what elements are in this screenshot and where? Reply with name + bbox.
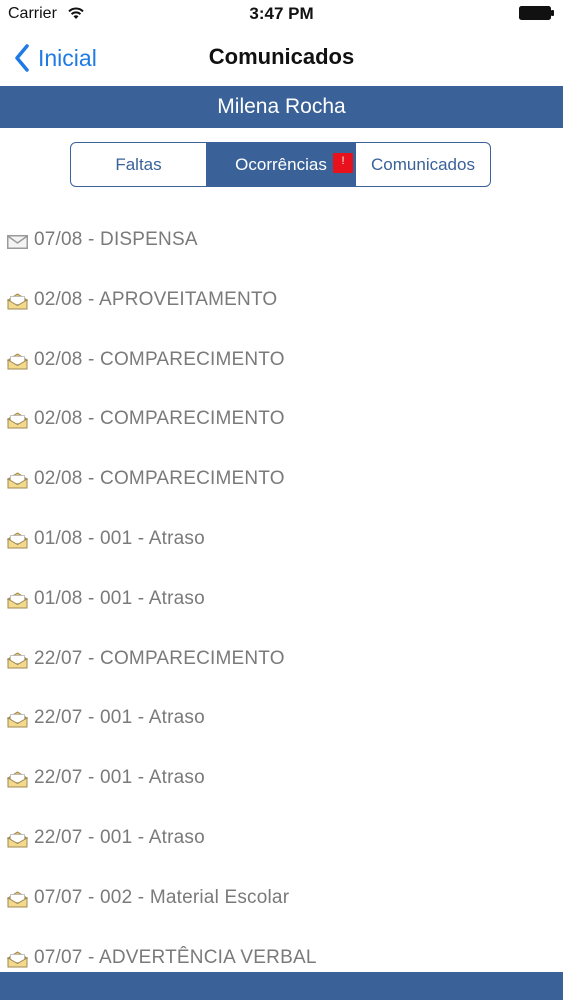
list-item[interactable]: 22/07 - 001 - Atraso [0, 809, 563, 869]
tab-ocorrencias[interactable]: Ocorrências ! [206, 142, 356, 187]
list-item[interactable]: 22/07 - 001 - Atraso [0, 689, 563, 749]
list-item[interactable]: 01/08 - 001 - Atraso [0, 570, 563, 630]
envelope-open-icon [7, 651, 28, 669]
tab-faltas[interactable]: Faltas [70, 142, 207, 187]
tab-label: Faltas [115, 154, 162, 174]
segmented-control: Faltas Ocorrências ! Comunicados [70, 142, 491, 189]
item-text: 02/08 - APROVEITAMENTO [34, 288, 278, 310]
list-item[interactable]: 07/07 - 002 - Material Escolar [0, 869, 563, 929]
student-name: Milena Rocha [0, 86, 563, 128]
alert-badge: ! [333, 153, 353, 173]
navigation-bar: Inicial Comunicados [0, 30, 563, 86]
item-text: 22/07 - 001 - Atraso [34, 767, 205, 789]
item-text: 02/08 - COMPARECIMENTO [34, 408, 285, 430]
message-list: 07/08 - DISPENSA 02/08 - APROVEITAMENTO … [0, 211, 563, 988]
list-item[interactable]: 07/08 - DISPENSA [0, 211, 563, 271]
item-text: 07/07 - ADVERTÊNCIA VERBAL [34, 946, 317, 968]
item-text: 07/07 - 002 - Material Escolar [34, 886, 290, 908]
item-text: 02/08 - COMPARECIMENTO [34, 468, 285, 490]
list-item[interactable]: 22/07 - COMPARECIMENTO [0, 630, 563, 690]
item-text: 22/07 - 001 - Atraso [34, 707, 205, 729]
list-item[interactable]: 02/08 - COMPARECIMENTO [0, 331, 563, 391]
envelope-open-icon [7, 353, 28, 370]
tab-comunicados[interactable]: Comunicados [355, 142, 491, 187]
item-text: 02/08 - COMPARECIMENTO [34, 348, 285, 370]
tab-label: Ocorrências [235, 154, 327, 174]
envelope-open-icon [7, 412, 28, 429]
envelope-open-icon [7, 831, 28, 848]
list-item[interactable]: 01/08 - 001 - Atraso [0, 510, 563, 570]
bottom-bar [0, 972, 563, 1000]
status-bar: Carrier 3:47 PM [0, 0, 563, 30]
item-text: 22/07 - COMPARECIMENTO [34, 647, 285, 669]
envelope-open-icon [7, 293, 28, 310]
envelope-open-icon [7, 771, 28, 788]
page-title: Comunicados [208, 44, 355, 69]
list-item[interactable]: 22/07 - 001 - Atraso [0, 749, 563, 809]
envelope-open-icon [7, 711, 28, 728]
envelope-open-icon [7, 950, 28, 968]
list-item[interactable]: 02/08 - COMPARECIMENTO [0, 390, 563, 450]
battery-icon [519, 6, 554, 20]
list-item[interactable]: 02/08 - COMPARECIMENTO [0, 450, 563, 510]
envelope-open-icon [7, 472, 28, 489]
envelope-open-icon [7, 891, 28, 908]
item-text: 01/08 - 001 - Atraso [34, 527, 205, 549]
envelope-open-icon [7, 592, 28, 609]
item-text: 01/08 - 001 - Atraso [34, 587, 205, 609]
item-text: 07/08 - DISPENSA [34, 229, 198, 250]
list-item[interactable]: 02/08 - APROVEITAMENTO [0, 271, 563, 331]
item-text: 22/07 - 001 - Atraso [34, 826, 205, 848]
envelope-closed-icon [7, 235, 28, 249]
status-time: 3:47 PM [249, 4, 314, 23]
envelope-open-icon [7, 532, 28, 549]
tab-label: Comunicados [371, 154, 475, 174]
